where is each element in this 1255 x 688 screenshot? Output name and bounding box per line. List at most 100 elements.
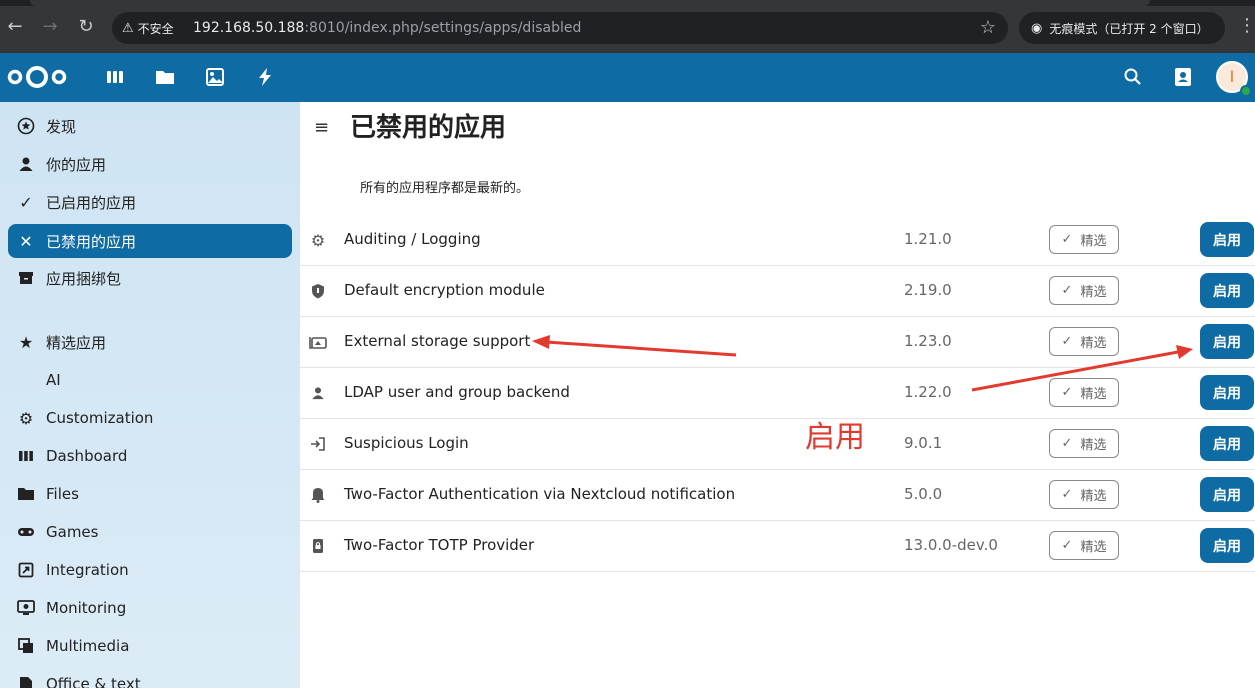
app-name[interactable]: Two-Factor Authentication via Nextcloud …: [344, 485, 735, 503]
gamepad-icon: [16, 522, 36, 542]
search-icon[interactable]: [1122, 66, 1144, 88]
sidebar-item-discover[interactable]: 发现: [8, 109, 292, 143]
incognito-label: 无痕模式（已打开 2 个窗口）: [1049, 21, 1209, 36]
check-icon: ✓: [1061, 385, 1073, 400]
check-icon: ✓: [1061, 538, 1073, 553]
toggle-navigation-icon[interactable]: ≡: [314, 117, 329, 138]
address-bar[interactable]: ⚠ 不安全 192.168.50.188:8010/index.php/sett…: [112, 12, 1008, 44]
app-row-twofactor-totp[interactable]: Two-Factor TOTP Provider 13.0.0-dev.0 ✓ 精…: [300, 521, 1255, 572]
app-version: 1.21.0: [904, 230, 952, 248]
phone-lock-icon: [308, 536, 328, 556]
enable-button[interactable]: 启用: [1200, 324, 1254, 359]
featured-label: 精选: [1080, 540, 1107, 555]
enable-button[interactable]: 启用: [1200, 222, 1254, 257]
browser-tab[interactable]: [30, 0, 1150, 6]
featured-badge: ✓ 精选: [1049, 327, 1119, 356]
enable-button[interactable]: 启用: [1200, 273, 1254, 308]
app-version: 1.22.0: [904, 383, 952, 401]
app-name[interactable]: Default encryption module: [344, 281, 545, 299]
enable-button[interactable]: 启用: [1200, 426, 1254, 461]
check-icon: ✓: [1061, 283, 1073, 298]
app-row-external-storage[interactable]: External storage support 1.23.0 ✓ 精选 启用: [300, 317, 1255, 368]
app-row-auditing-logging[interactable]: ⚙ Auditing / Logging 1.21.0 ✓ 精选 启用: [300, 215, 1255, 266]
sidebar-item-dashboard[interactable]: Dashboard: [8, 439, 292, 473]
star-icon[interactable]: ☆: [980, 17, 996, 38]
sidebar-item-games[interactable]: Games: [8, 515, 292, 549]
reload-icon[interactable]: ↻: [76, 16, 96, 38]
featured-badge: ✓ 精选: [1049, 429, 1119, 458]
sidebar-item-label: 发现: [46, 117, 77, 136]
sidebar-item-label: 已禁用的应用: [46, 232, 137, 251]
sidebar-item-office-text[interactable]: Office & text: [8, 667, 292, 688]
app-name[interactable]: External storage support: [344, 332, 530, 350]
sidebar-item-label: Office & text: [46, 675, 141, 688]
sidebar-item-label: Files: [46, 485, 79, 503]
sidebar-item-monitoring[interactable]: Monitoring: [8, 591, 292, 625]
dashboard-icon[interactable]: [104, 66, 126, 88]
check-icon: ✓: [1061, 334, 1073, 349]
sidebar-item-label: Monitoring: [46, 599, 127, 617]
contacts-icon[interactable]: [1172, 66, 1194, 88]
sidebar-item-enabled-apps[interactable]: ✓ 已启用的应用: [8, 185, 292, 219]
page-title: 已禁用的应用: [350, 113, 507, 143]
enable-button[interactable]: 启用: [1200, 477, 1254, 512]
app-version: 13.0.0-dev.0: [904, 536, 998, 554]
back-icon[interactable]: ←: [5, 16, 25, 38]
photos-icon[interactable]: [204, 66, 226, 88]
status-online-indicator: [1240, 85, 1252, 97]
menu-icon[interactable]: ⋮: [1238, 15, 1255, 36]
sidebar-item-disabled-apps[interactable]: ✕ 已禁用的应用: [8, 224, 292, 258]
sidebar-item-app-bundles[interactable]: 应用捆绑包: [8, 261, 292, 295]
gear-icon: ⚙: [310, 230, 326, 250]
sidebar-item-label: Games: [46, 523, 99, 541]
sidebar: 发现 你的应用 ✓ 已启用的应用 ✕ 已禁用的应用 应用捆绑包 ★ 精选应用 A…: [0, 102, 300, 688]
featured-badge: ✓ 精选: [1049, 531, 1119, 560]
sidebar-item-multimedia[interactable]: Multimedia: [8, 629, 292, 663]
sidebar-item-label: AI: [46, 371, 61, 389]
sidebar-item-files[interactable]: Files: [8, 477, 292, 511]
enable-button[interactable]: 启用: [1200, 375, 1254, 410]
security-indicator[interactable]: ⚠ 不安全: [122, 19, 174, 37]
notification-bell-icon: [308, 485, 328, 505]
sidebar-item-label: Multimedia: [46, 637, 130, 655]
monitor-icon: [16, 598, 36, 618]
annotation-text: 启用: [805, 420, 865, 455]
sidebar-item-featured-apps[interactable]: ★ 精选应用: [8, 325, 292, 359]
close-icon: ✕: [19, 231, 33, 251]
app-row-suspicious-login[interactable]: Suspicious Login 9.0.1 ✓ 精选 启用: [300, 419, 1255, 470]
check-icon: ✓: [1061, 232, 1073, 247]
app-name[interactable]: LDAP user and group backend: [344, 383, 570, 401]
url-path: :8010/index.php/settings/apps/disabled: [304, 20, 582, 36]
sidebar-item-ai[interactable]: AI: [8, 363, 292, 397]
sidebar-item-your-apps[interactable]: 你的应用: [8, 147, 292, 181]
app-name[interactable]: Auditing / Logging: [344, 230, 481, 248]
forward-icon[interactable]: →: [40, 16, 60, 38]
tab-strip: [0, 0, 1255, 6]
featured-badge: ✓ 精选: [1049, 378, 1119, 407]
app-name[interactable]: Suspicious Login: [344, 434, 469, 452]
gear-icon: ⚙: [18, 408, 34, 428]
featured-label: 精选: [1080, 387, 1107, 402]
featured-badge: ✓ 精选: [1049, 480, 1119, 509]
check-icon: ✓: [1061, 487, 1073, 502]
user-icon: [308, 383, 328, 403]
app-row-default-encryption[interactable]: Default encryption module 2.19.0 ✓ 精选 启用: [300, 266, 1255, 317]
app-name[interactable]: Two-Factor TOTP Provider: [344, 536, 534, 554]
app-row-ldap[interactable]: LDAP user and group backend 1.22.0 ✓ 精选 启…: [300, 368, 1255, 419]
enable-button[interactable]: 启用: [1200, 528, 1254, 563]
user-icon: [16, 154, 36, 174]
app-version: 9.0.1: [904, 434, 943, 452]
app-row-twofactor-nextcloud-notification[interactable]: Two-Factor Authentication via Nextcloud …: [300, 470, 1255, 521]
featured-label: 精选: [1080, 234, 1107, 249]
nextcloud-logo[interactable]: [6, 64, 68, 90]
sidebar-item-integration[interactable]: Integration: [8, 553, 292, 587]
activity-icon[interactable]: [254, 66, 276, 88]
check-icon: ✓: [1061, 436, 1073, 451]
check-icon: ✓: [19, 192, 33, 212]
files-icon[interactable]: [154, 66, 176, 88]
incognito-indicator[interactable]: ◉ 无痕模式（已打开 2 个窗口）: [1019, 12, 1225, 44]
sidebar-item-customization[interactable]: ⚙ Customization: [8, 401, 292, 435]
avatar[interactable]: I: [1216, 61, 1252, 97]
url-text[interactable]: 192.168.50.188:8010/index.php/settings/a…: [193, 19, 581, 37]
multimedia-icon: [16, 636, 36, 656]
